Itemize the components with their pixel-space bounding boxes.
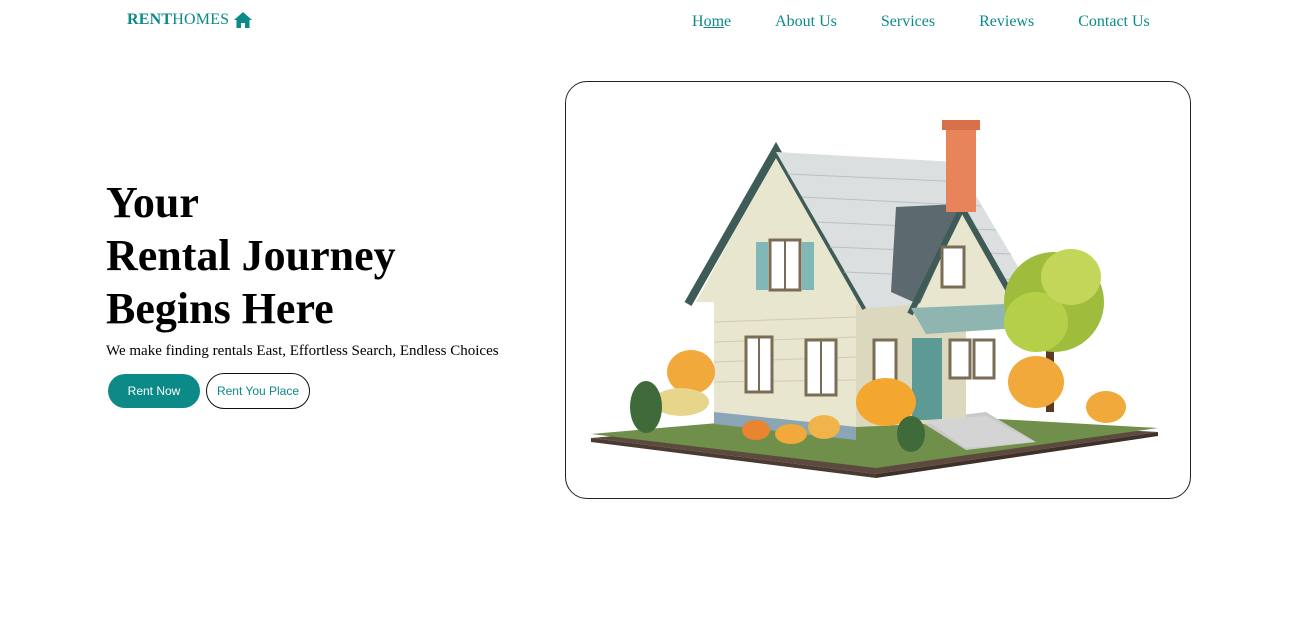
hero-title: Your Rental Journey Begins Here (106, 176, 396, 335)
brand-name-bold: RENT (127, 11, 173, 28)
nav-contact-us[interactable]: Contact Us (1078, 13, 1150, 31)
nav-home-underlined: om (703, 13, 725, 30)
brand-logo[interactable]: RENT HOMES (127, 11, 253, 29)
nav-services[interactable]: Services (881, 13, 935, 31)
brand-name-rest: HOMES (172, 11, 230, 28)
nav-home-pre: H (692, 13, 704, 30)
hero-subtitle: We make finding rentals East, Effortless… (106, 343, 499, 359)
hero-title-line-3: Begins Here (106, 284, 334, 333)
nav-about-us[interactable]: About Us (775, 13, 837, 31)
house-illustration (591, 120, 1158, 478)
nav-home-post: e (724, 13, 732, 30)
rent-your-place-button[interactable]: Rent You Place (206, 373, 310, 409)
main-nav: Home About Us Services Reviews Contact U… (692, 13, 1150, 31)
nav-reviews[interactable]: Reviews (979, 13, 1034, 31)
hero-title-line-2: Rental Journey (106, 231, 396, 280)
hero-title-line-1: Your (106, 178, 199, 227)
rent-now-button[interactable]: Rent Now (108, 374, 200, 408)
nav-home[interactable]: Home (692, 13, 731, 31)
hero-image-card (565, 81, 1191, 499)
home-icon (233, 11, 253, 29)
